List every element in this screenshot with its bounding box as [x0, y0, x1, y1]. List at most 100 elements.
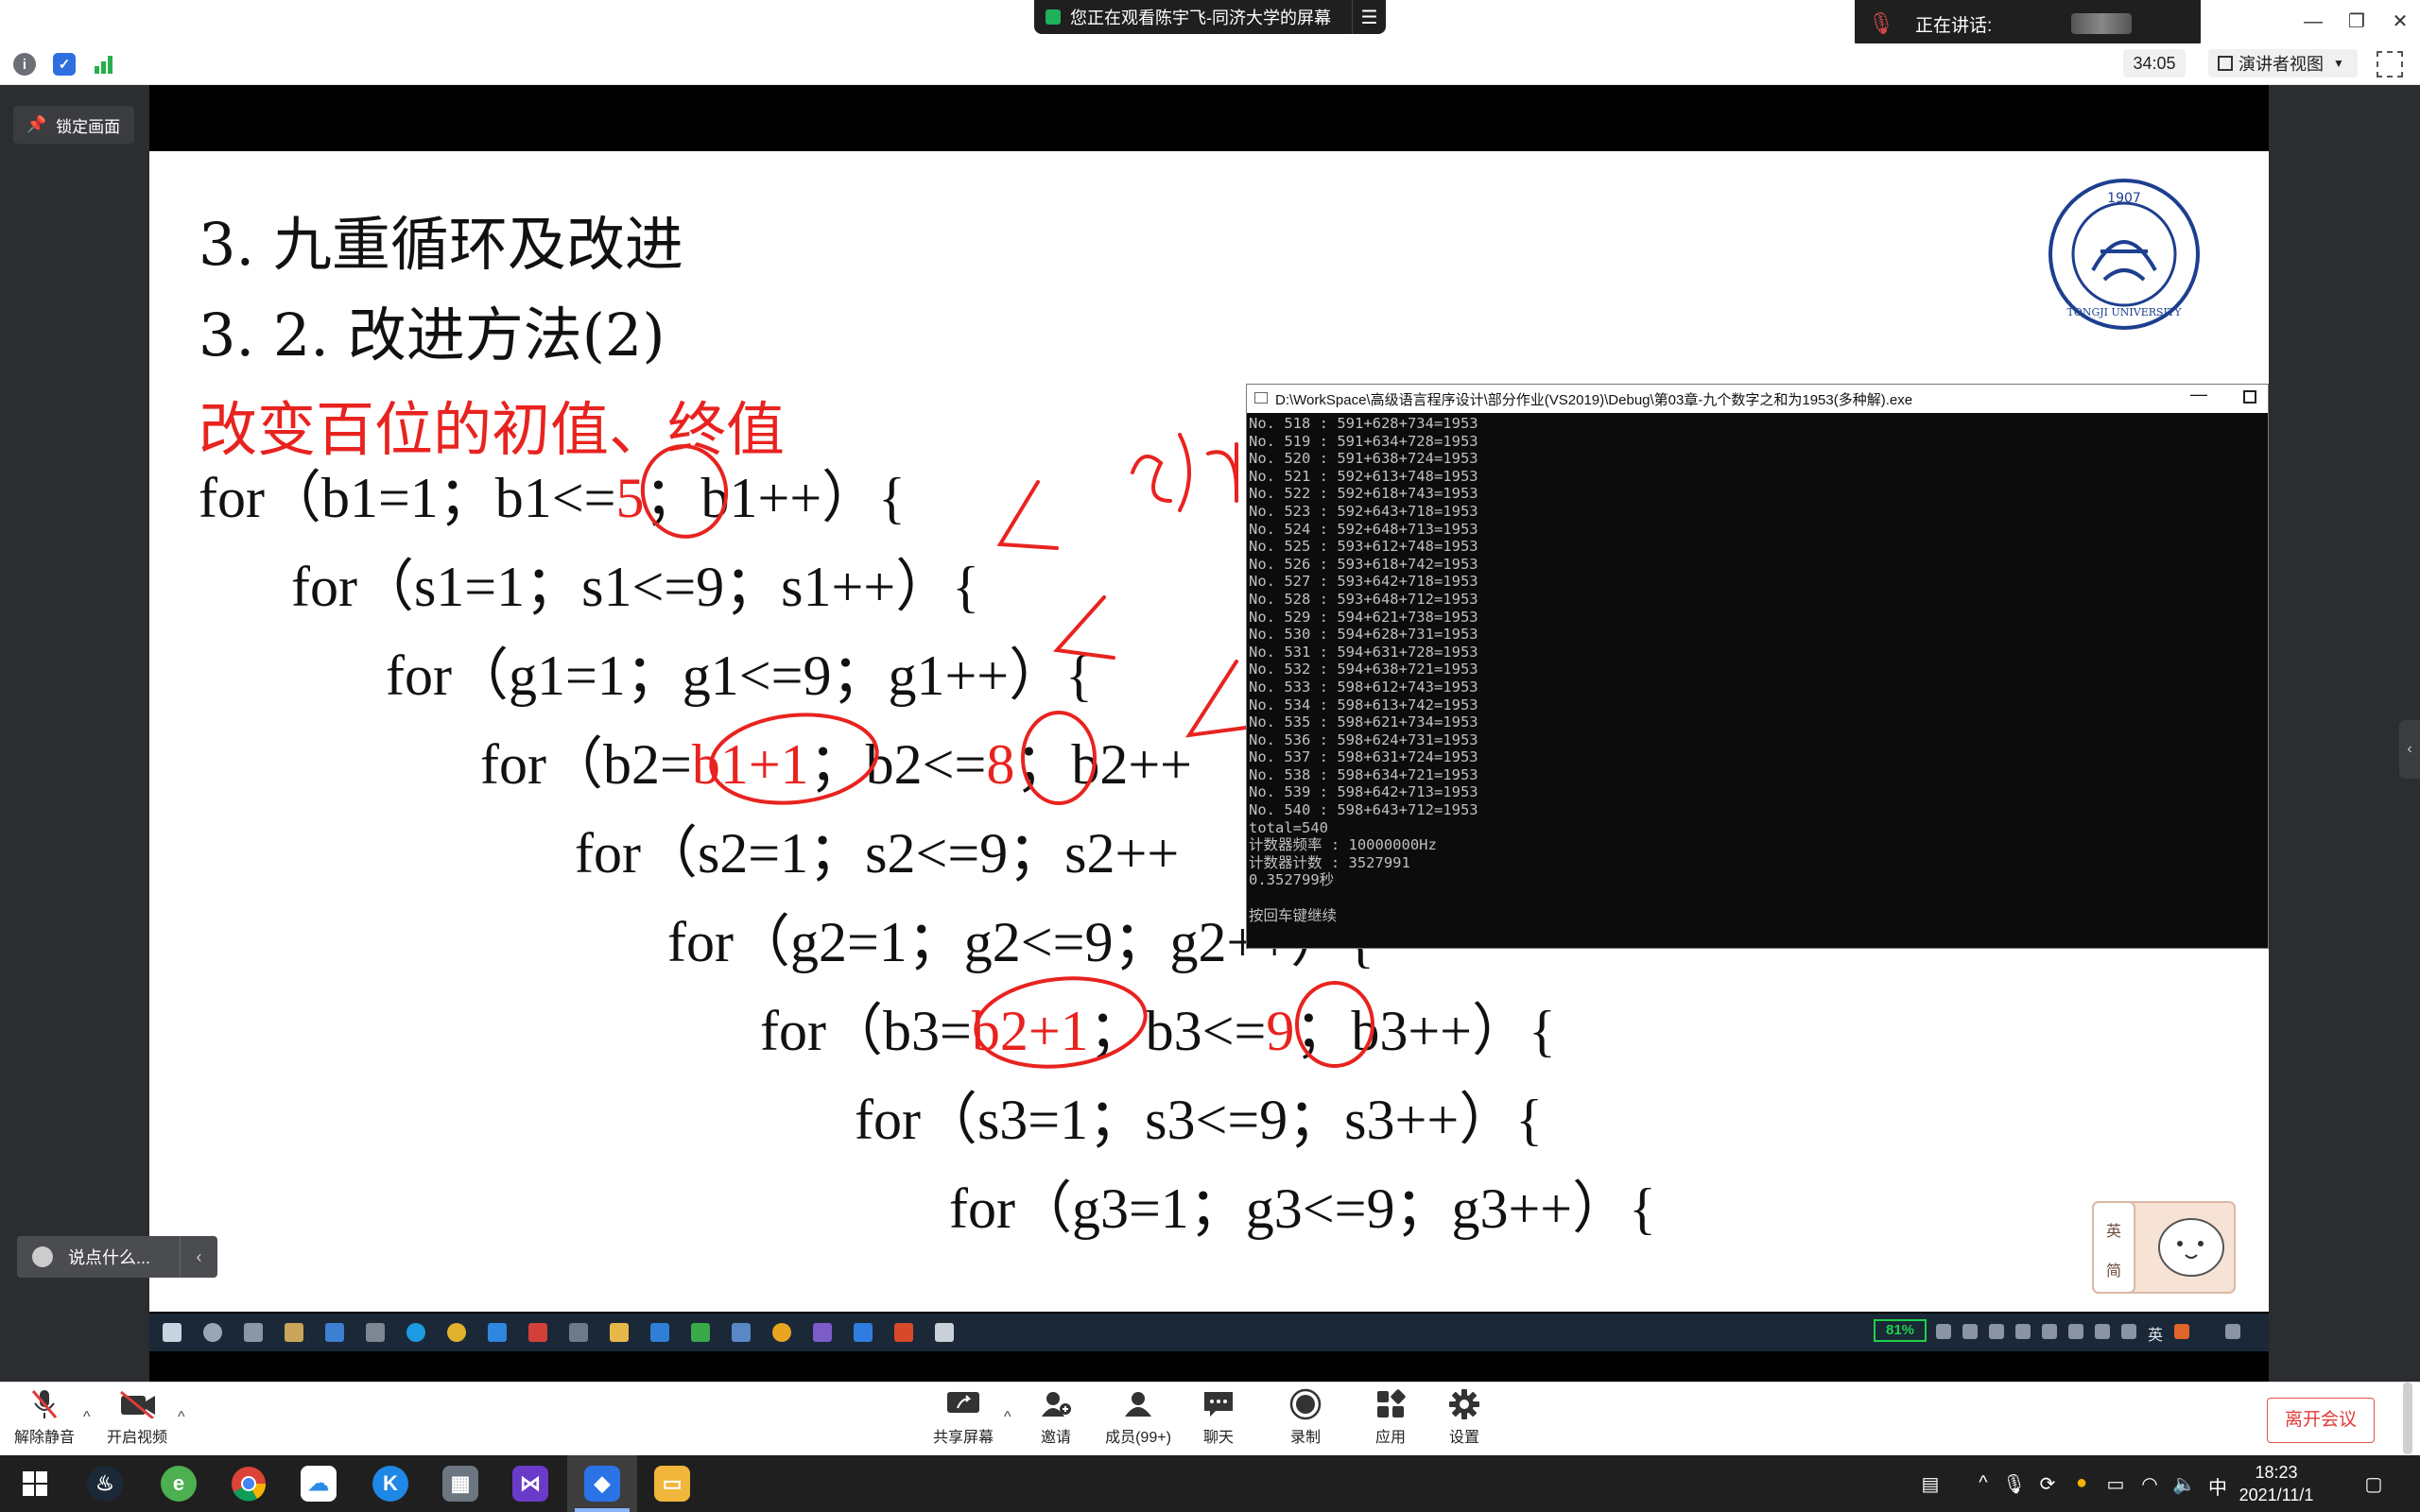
info-icon[interactable]: i — [13, 53, 36, 76]
console-maximize-icon[interactable] — [2243, 390, 2256, 404]
lock-view-button[interactable]: 📌 锁定画面 — [13, 106, 134, 144]
start-icon — [163, 1323, 182, 1342]
close-window-icon[interactable]: ✕ — [2386, 8, 2414, 36]
console-line: 计数器频率 : 10000000Hz — [1249, 836, 1437, 854]
restore-window-icon[interactable]: ❐ — [2342, 8, 2371, 36]
app-tray-icon[interactable]: ● — [2070, 1472, 2093, 1495]
console-line: No. 535 : 598+621+734=1953 — [1249, 713, 1478, 731]
emoji-icon[interactable] — [32, 1246, 53, 1267]
console-line: No. 534 : 598+613+742=1953 — [1249, 696, 1478, 713]
code-line-1: for（b1=1；b1<=5；b1++）{ — [199, 467, 906, 529]
share-screen-label: 共享屏幕 — [932, 1430, 994, 1446]
chat-button[interactable]: 聊天 — [1178, 1388, 1259, 1452]
windows-logo-icon — [23, 1471, 47, 1496]
console-app-icon — [1254, 392, 1268, 404]
ie-icon — [488, 1323, 507, 1342]
tray-icon — [1962, 1324, 1978, 1339]
console-title-bar[interactable]: D:\WorkSpace\高级语言程序设计\部分作业(VS2019)\Debug… — [1247, 385, 2268, 413]
share-options-caret-icon[interactable]: ^ — [1004, 1409, 1011, 1426]
microphone-icon[interactable]: 🎙 — [2002, 1472, 2026, 1495]
console-line: 0.352799秒 — [1249, 871, 1335, 889]
news-icon[interactable]: ▤ — [1913, 1472, 1947, 1495]
video-options-caret-icon[interactable]: ^ — [178, 1409, 185, 1426]
chat-input-box[interactable]: 说点什么... ‹ — [17, 1236, 217, 1278]
tongji-university-logo: 1907 TONGJI UNIVERSITY — [2048, 179, 2200, 330]
taskbar-visual-studio[interactable]: ⋈ — [495, 1455, 565, 1512]
collapse-chevron-icon[interactable]: ‹ — [180, 1236, 217, 1278]
slide-subtitle: 3. 2. 改进方法(2) — [199, 301, 666, 369]
mail-icon — [325, 1323, 344, 1342]
battery-icon[interactable]: ▭ — [2104, 1472, 2127, 1495]
presenter-screen: 3. 九重循环及改进 3. 2. 改进方法(2) 改变百位的初值、终值 for（… — [149, 85, 2269, 1382]
scrollbar[interactable] — [2403, 1383, 2412, 1454]
share-menu-icon[interactable]: ☰ — [1352, 0, 1386, 34]
signal-strength-icon[interactable] — [93, 53, 115, 76]
volume-icon[interactable]: 🔈 — [2172, 1472, 2196, 1495]
console-line: No. 533 : 598+612+743=1953 — [1249, 678, 1478, 696]
tray-icon — [1989, 1324, 2004, 1339]
kugou-icon: K — [372, 1466, 408, 1502]
console-line: No. 525 : 593+612+748=1953 — [1249, 538, 1478, 556]
taskbar-browser[interactable]: e — [144, 1455, 214, 1512]
taskbar-clock[interactable]: 18:23 2021/11/1 — [2231, 1461, 2322, 1506]
taskbar-file-explorer[interactable]: ▭ — [637, 1455, 707, 1512]
apps-button[interactable]: 应用 — [1350, 1388, 1431, 1452]
console-line: No. 522 : 592+618+743=1953 — [1249, 485, 1478, 503]
folder-icon: ▭ — [654, 1466, 690, 1502]
taskbar-kugou[interactable]: K — [355, 1455, 425, 1512]
security-shield-icon[interactable]: ✓ — [53, 53, 76, 76]
console-window[interactable]: D:\WorkSpace\高级语言程序设计\部分作业(VS2019)\Debug… — [1246, 384, 2269, 949]
code-line-9: for（g3=1；g3<=9；g3++）{ — [949, 1177, 1656, 1240]
side-panel-toggle-icon[interactable]: ‹ — [2399, 720, 2420, 779]
console-line: 计数器计数 : 3527991 — [1249, 853, 1410, 871]
console-minimize-icon[interactable]: — — [2190, 385, 2207, 404]
chrome-icon — [447, 1323, 466, 1342]
members-icon — [1120, 1388, 1156, 1420]
sync-icon[interactable]: ⟳ — [2036, 1472, 2059, 1495]
inner-ime-indicator: 英 — [2148, 1328, 2164, 1344]
app-icon — [772, 1323, 791, 1342]
code-line-8: for（s3=1；s3<=9；s3++）{ — [855, 1089, 1543, 1151]
screen-share-notice[interactable]: 您正在观看陈宇飞-同济大学的屏幕 ☰ — [1034, 0, 1386, 34]
presenter-taskbar: 81% 英 — [149, 1314, 2269, 1351]
audio-options-caret-icon[interactable]: ^ — [83, 1409, 91, 1426]
settings-button[interactable]: 设置 — [1424, 1388, 1505, 1452]
tray-icon — [2095, 1324, 2110, 1339]
search-icon — [203, 1323, 222, 1342]
ime-indicator[interactable]: 中 — [2206, 1472, 2229, 1499]
pin-icon: 📌 — [26, 115, 47, 133]
wifi-icon[interactable]: ◠ — [2138, 1472, 2161, 1495]
invite-button[interactable]: 邀请 — [1015, 1388, 1097, 1452]
taskbar-baidu-netdisk[interactable]: ☁ — [284, 1455, 354, 1512]
unmute-button[interactable]: 解除静音 — [4, 1388, 85, 1452]
show-hidden-icons-chevron[interactable]: ^ — [1972, 1472, 1995, 1495]
chat-label: 聊天 — [1202, 1430, 1234, 1446]
leave-meeting-button[interactable]: 离开会议 — [2267, 1398, 2375, 1443]
app-icon — [732, 1323, 751, 1342]
taskbar-steam[interactable]: ♨ — [70, 1455, 140, 1512]
app-icon — [528, 1323, 547, 1342]
store-icon — [285, 1323, 303, 1342]
record-button[interactable]: 录制 — [1265, 1388, 1346, 1452]
console-line: No. 538 : 598+634+721=1953 — [1249, 765, 1478, 783]
calculator-icon — [569, 1323, 588, 1342]
console-line: No. 539 : 598+642+713=1953 — [1249, 783, 1478, 801]
members-button[interactable]: 成员(99+) — [1097, 1388, 1180, 1452]
fullscreen-icon[interactable] — [2377, 51, 2403, 77]
meeting-title-bar: 您正在观看陈宇飞-同济大学的屏幕 ☰ 🎙 正在讲话: — ❐ ✕ — [0, 0, 2420, 47]
taskbar-chrome[interactable] — [214, 1455, 284, 1512]
share-screen-button[interactable]: 共享屏幕 — [923, 1388, 1004, 1452]
console-line: No. 521 : 592+613+748=1953 — [1249, 467, 1478, 485]
console-line: No. 527 : 593+642+718=1953 — [1249, 573, 1478, 591]
speaker-name-blurred — [2071, 13, 2133, 34]
minimize-window-icon[interactable]: — — [2299, 8, 2327, 36]
taskbar-tencent-meeting[interactable]: ◆ — [567, 1455, 637, 1512]
console-line: No. 530 : 594+628+731=1953 — [1249, 626, 1478, 644]
start-button[interactable] — [0, 1455, 70, 1512]
start-video-button[interactable]: 开启视频 — [96, 1388, 178, 1452]
view-mode-dropdown[interactable]: 演讲者视图 ▼ — [2208, 49, 2358, 77]
taskbar-calculator[interactable]: ▦ — [425, 1455, 495, 1512]
members-label: 成员(99+) — [1105, 1430, 1171, 1446]
notification-center-icon[interactable]: ▢ — [2360, 1472, 2388, 1495]
